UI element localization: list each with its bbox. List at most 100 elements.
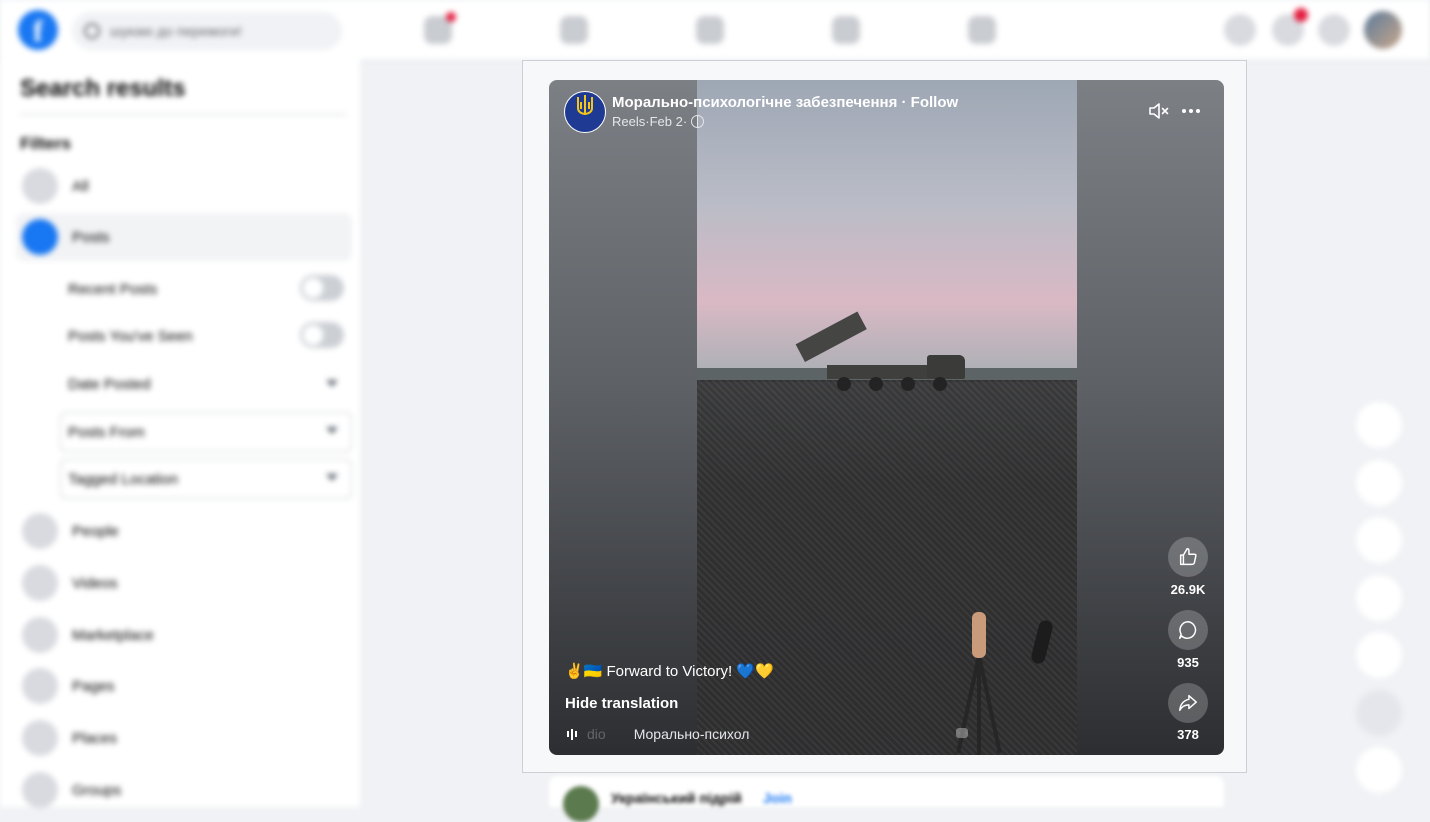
contact-avatar[interactable] — [1356, 402, 1402, 448]
share-arrow-icon — [1179, 694, 1197, 712]
all-icon — [22, 168, 58, 204]
rocket-launcher-tubes — [795, 311, 867, 362]
date-posted-dropdown[interactable]: Date Posted — [68, 376, 151, 393]
next-post-author[interactable]: Український підрій — [611, 790, 742, 806]
page-name-link[interactable]: Морально-психологічне забезпечення — [612, 94, 897, 111]
sidebar-item-places[interactable]: Places — [16, 714, 352, 762]
recent-posts-toggle[interactable] — [300, 275, 344, 301]
header-separator: · — [897, 94, 911, 111]
friends-nav-icon[interactable] — [560, 16, 588, 44]
video-watermark-icon — [956, 728, 968, 738]
sidebar-item-people[interactable]: People — [16, 507, 352, 555]
sidebar-item-label: Posts — [72, 228, 110, 246]
globe-icon — [691, 115, 705, 128]
top-navigation-bar: f шукаю до перемоги! — [0, 0, 1430, 60]
post-date[interactable]: Feb 2 — [650, 114, 683, 129]
sidebar-item-videos[interactable]: Videos — [16, 559, 352, 607]
sidebar-item-pages[interactable]: Pages — [16, 662, 352, 710]
sidebar-item-label: Marketplace — [72, 626, 154, 644]
like-button[interactable] — [1168, 537, 1208, 577]
camera-on-tripod — [972, 612, 986, 658]
chevron-down-icon — [326, 474, 338, 481]
speaker-muted-icon — [1149, 103, 1169, 119]
sidebar-item-label: Videos — [72, 574, 118, 592]
sidebar-item-label: All — [72, 177, 89, 195]
people-icon — [22, 513, 58, 549]
video-field — [697, 380, 1077, 755]
posts-seen-toggle[interactable] — [300, 322, 344, 348]
reel-header-title: Морально-психологічне забезпечення · Fol… — [612, 94, 958, 111]
videos-icon — [22, 565, 58, 601]
marketplace-icon — [22, 617, 58, 653]
next-post-avatar[interactable] — [563, 786, 599, 822]
next-post-preview[interactable]: Український підрій Join — [549, 776, 1224, 822]
truck-wheel — [869, 377, 883, 391]
truck-wheel — [837, 377, 851, 391]
sidebar-item-label: Pages — [72, 677, 115, 695]
trident-icon — [577, 95, 593, 116]
audio-scroll-text-faded: dio — [587, 726, 606, 742]
contact-avatar[interactable] — [1356, 517, 1402, 563]
sidebar-item-label: Places — [72, 729, 118, 747]
page-avatar-trident-icon[interactable] — [564, 91, 606, 133]
contact-avatar[interactable] — [1356, 460, 1402, 506]
comment-button[interactable] — [1168, 610, 1208, 650]
more-options-button[interactable] — [1179, 99, 1203, 123]
truck-wheel — [901, 377, 915, 391]
chevron-down-icon — [326, 427, 338, 434]
places-icon — [22, 720, 58, 756]
sidebar-item-all[interactable]: All — [16, 162, 352, 210]
menu-grid-icon[interactable] — [1224, 14, 1256, 46]
new-message-icon[interactable] — [1356, 747, 1402, 793]
sidebar-item-posts[interactable]: Posts — [16, 213, 352, 261]
search-input[interactable]: шукаю до перемоги! — [72, 12, 342, 50]
contact-avatar[interactable] — [1356, 575, 1402, 621]
groups-icon — [22, 772, 58, 808]
messenger-icon[interactable] — [1272, 8, 1308, 46]
sidebar-item-marketplace[interactable]: Marketplace — [16, 611, 352, 659]
filters-heading: Filters — [20, 134, 72, 153]
pages-icon — [22, 668, 58, 704]
gaming-nav-icon[interactable] — [968, 16, 996, 44]
sidebar-divider — [20, 114, 346, 115]
follow-button[interactable]: Follow — [911, 94, 959, 111]
search-filters-sidebar: Search results Filters All Posts Recent … — [0, 60, 360, 808]
notification-dot — [446, 12, 456, 22]
comment-count: 935 — [1177, 655, 1199, 670]
share-button[interactable] — [1168, 683, 1208, 723]
posts-from-label: Posts From — [68, 424, 145, 441]
share-count: 378 — [1177, 727, 1199, 742]
audio-waveform-icon — [567, 728, 577, 740]
recent-posts-label: Recent Posts — [68, 281, 158, 298]
profile-avatar[interactable] — [1364, 11, 1402, 49]
sidebar-item-label: People — [72, 522, 119, 540]
watch-nav-icon[interactable] — [696, 16, 724, 44]
audio-attribution[interactable]: dio Морально-психол — [567, 726, 749, 742]
hide-translation-link[interactable]: Hide translation — [565, 695, 678, 712]
posts-icon — [22, 219, 58, 255]
home-nav-icon[interactable] — [424, 12, 456, 44]
chevron-down-icon — [326, 380, 338, 387]
reel-caption: ✌️🇺🇦 Forward to Victory! 💙💛 — [565, 663, 774, 680]
video-frame[interactable] — [697, 80, 1077, 755]
like-count: 26.9K — [1170, 582, 1206, 597]
messenger-badge — [1294, 8, 1308, 22]
groups-nav-icon[interactable] — [832, 16, 860, 44]
tagged-location-label: Tagged Location — [68, 471, 179, 488]
facebook-logo-icon[interactable]: f — [18, 10, 58, 50]
reel-video-player[interactable]: Морально-психологічне забезпечення · Fol… — [549, 80, 1224, 755]
search-text: шукаю до перемоги! — [110, 23, 242, 39]
sidebar-item-label: Groups — [72, 781, 122, 799]
comment-bubble-icon — [1179, 621, 1197, 639]
search-icon — [84, 23, 100, 39]
notifications-bell-icon[interactable] — [1318, 14, 1350, 46]
contact-avatar[interactable] — [1356, 632, 1402, 678]
join-group-button[interactable]: Join — [763, 790, 792, 806]
contact-avatar[interactable] — [1356, 690, 1402, 736]
more-dots-icon — [1182, 109, 1200, 113]
thumbs-up-icon — [1179, 548, 1197, 566]
mute-button[interactable] — [1147, 99, 1171, 123]
reel-meta: Reels · Feb 2 · — [612, 114, 705, 129]
reels-link[interactable]: Reels — [612, 114, 645, 129]
truck-wheel — [933, 377, 947, 391]
